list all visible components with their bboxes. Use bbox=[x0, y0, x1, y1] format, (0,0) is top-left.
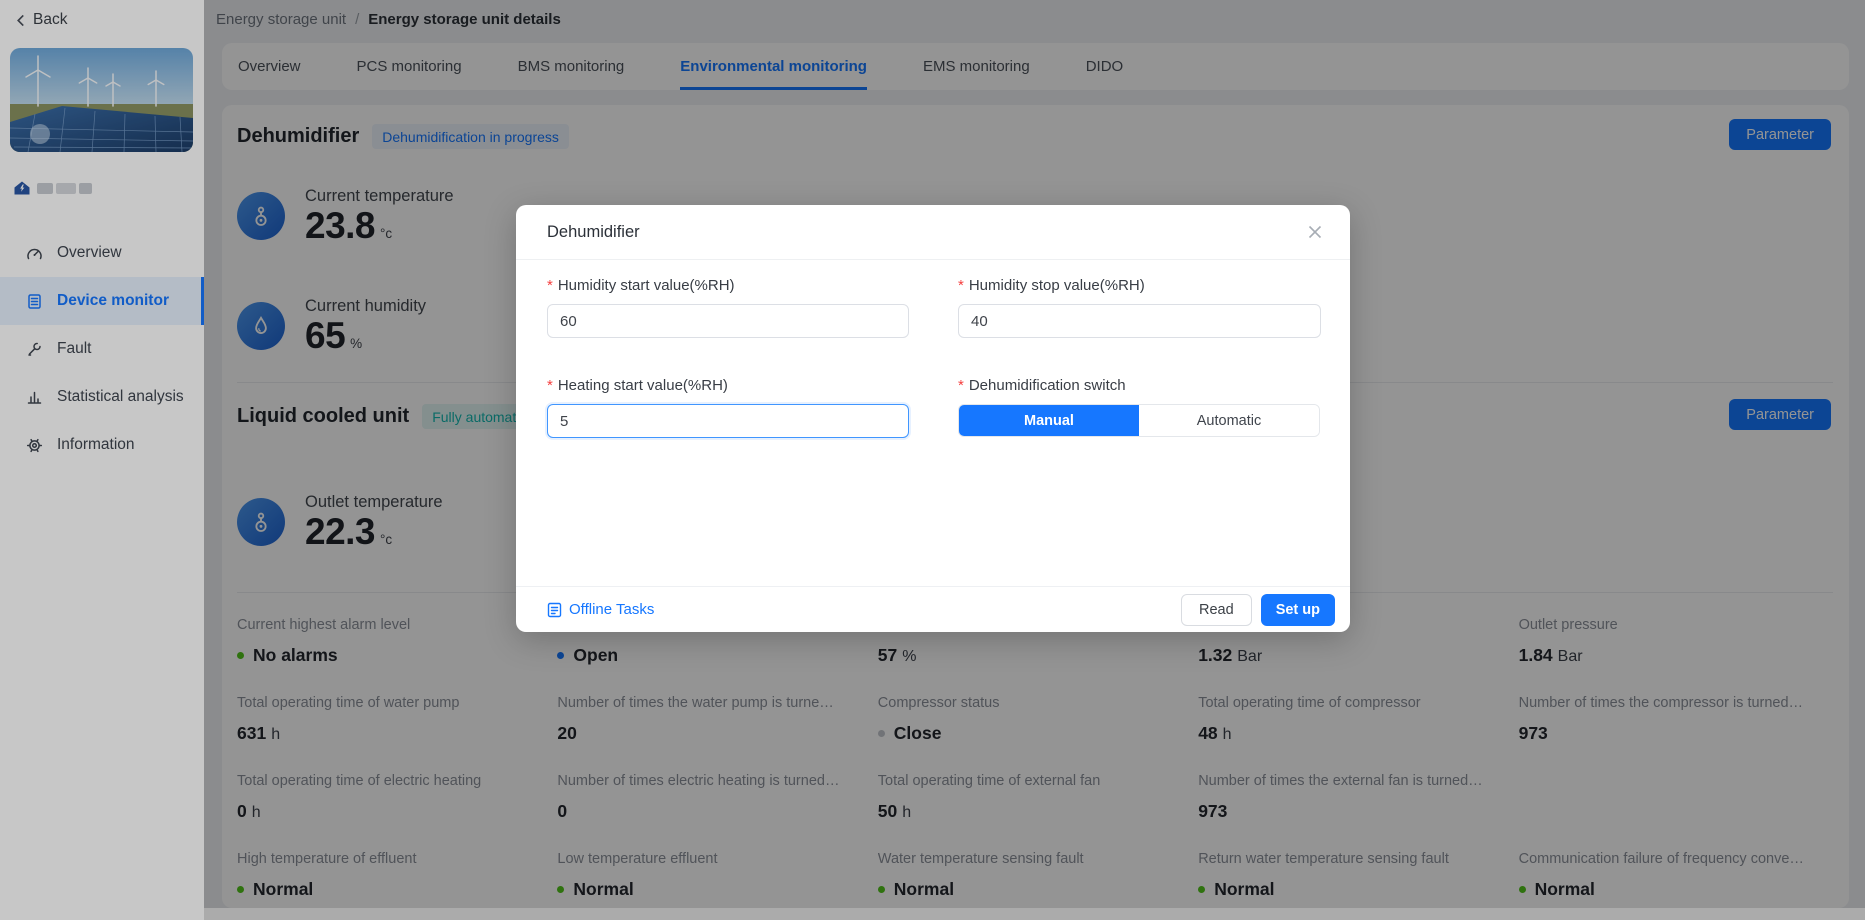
close-icon bbox=[1308, 225, 1322, 239]
dehumidification-switch: ManualAutomatic bbox=[958, 404, 1320, 437]
dialog-title: Dehumidifier bbox=[547, 223, 640, 242]
close-button[interactable] bbox=[1301, 218, 1329, 246]
humidity-stop-input[interactable] bbox=[958, 304, 1321, 338]
required-asterisk: * bbox=[958, 277, 964, 294]
dehumidifier-dialog: Dehumidifier * Humidity start value(%RH) … bbox=[516, 205, 1350, 632]
humidity-start-field: * Humidity start value(%RH) bbox=[547, 275, 909, 338]
switch-option-manual[interactable]: Manual bbox=[959, 405, 1139, 436]
field-label: Heating start value(%RH) bbox=[558, 377, 728, 394]
dialog-header: Dehumidifier bbox=[516, 205, 1350, 260]
set-up-button[interactable]: Set up bbox=[1261, 594, 1335, 626]
humidity-stop-field: * Humidity stop value(%RH) bbox=[958, 275, 1321, 338]
read-button[interactable]: Read bbox=[1181, 594, 1252, 626]
field-label: Humidity stop value(%RH) bbox=[969, 277, 1145, 294]
doc-icon bbox=[547, 602, 562, 618]
field-label: Humidity start value(%RH) bbox=[558, 277, 735, 294]
required-asterisk: * bbox=[547, 377, 553, 394]
dialog-footer: Offline Tasks Read Set up bbox=[516, 586, 1350, 632]
dialog-body: * Humidity start value(%RH) * Humidity sto… bbox=[516, 260, 1350, 438]
offline-tasks-link[interactable]: Offline Tasks bbox=[547, 601, 654, 618]
offline-tasks-label: Offline Tasks bbox=[569, 601, 654, 618]
dehumidification-switch-field: * Dehumidification switch ManualAutomatic bbox=[958, 375, 1321, 438]
switch-option-automatic[interactable]: Automatic bbox=[1139, 405, 1319, 436]
heating-start-input[interactable] bbox=[547, 404, 909, 438]
field-label: Dehumidification switch bbox=[969, 377, 1126, 394]
required-asterisk: * bbox=[958, 377, 964, 394]
required-asterisk: * bbox=[547, 277, 553, 294]
humidity-start-input[interactable] bbox=[547, 304, 909, 338]
horizontal-scrollbar[interactable] bbox=[204, 908, 1865, 920]
heating-start-field: * Heating start value(%RH) bbox=[547, 375, 909, 438]
modal-mask-sidebar bbox=[0, 0, 204, 920]
